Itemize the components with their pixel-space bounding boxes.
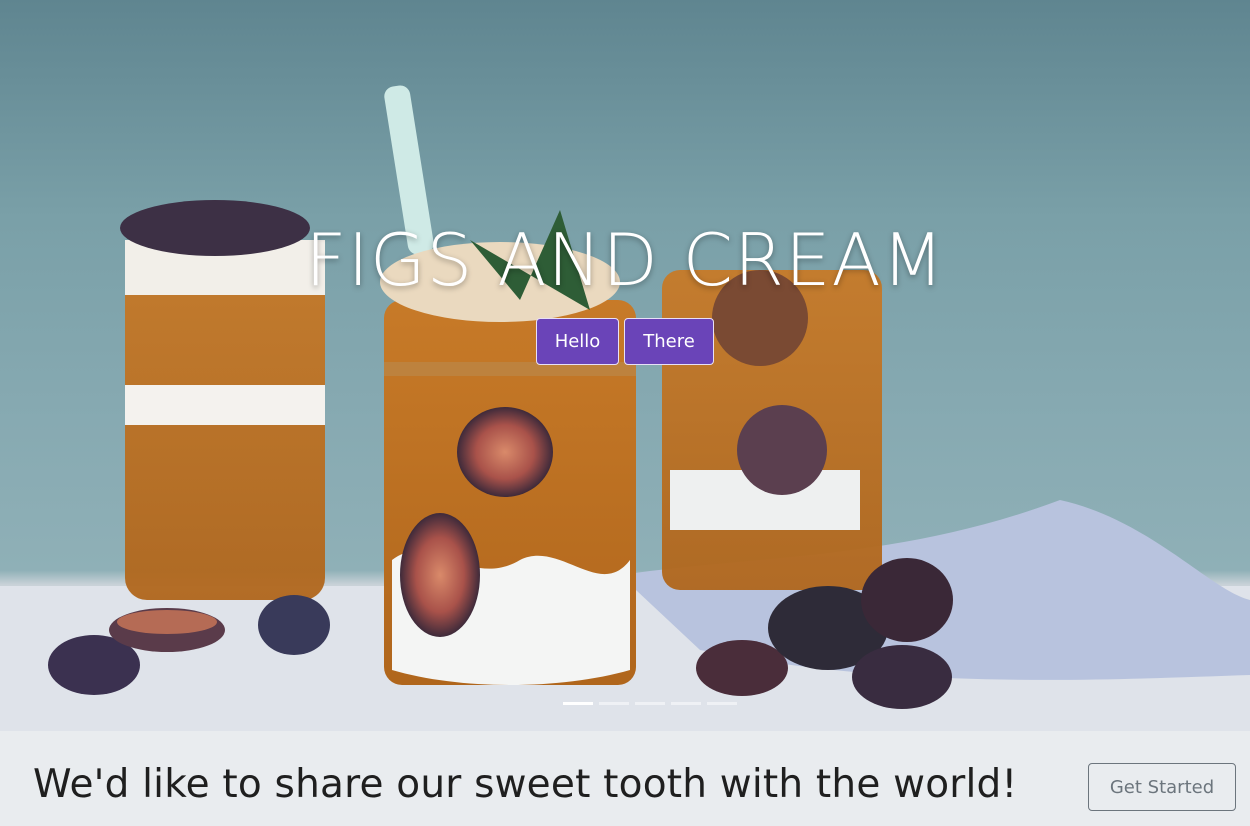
hero-title: FIGS AND CREAM — [305, 218, 945, 302]
carousel-indicator-5[interactable] — [707, 702, 737, 705]
carousel-indicator-2[interactable] — [599, 702, 629, 705]
carousel-indicator-1[interactable] — [563, 702, 593, 705]
hero-button-group: Hello There — [0, 318, 1250, 365]
hello-button[interactable]: Hello — [536, 318, 619, 365]
get-started-button[interactable]: Get Started — [1088, 763, 1236, 811]
hero-carousel: FIGS AND CREAM Hello There — [0, 0, 1250, 731]
carousel-indicator-3[interactable] — [635, 702, 665, 705]
carousel-indicator-4[interactable] — [671, 702, 701, 705]
carousel-indicators — [563, 702, 737, 705]
banner-headline: We'd like to share our sweet tooth with … — [33, 762, 1018, 807]
hero-background-image — [0, 85, 1250, 731]
there-button[interactable]: There — [624, 318, 714, 365]
